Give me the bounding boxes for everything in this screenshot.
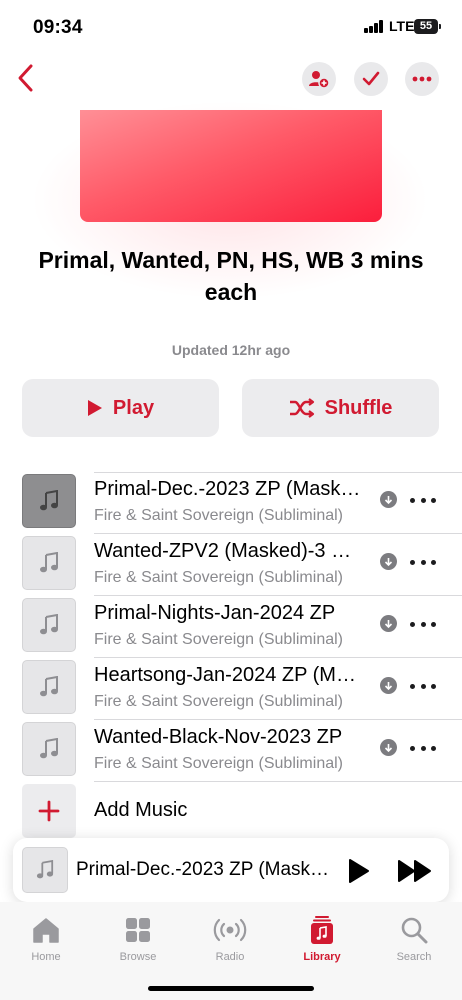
person-add-icon — [309, 71, 330, 89]
track-artwork — [22, 660, 76, 714]
play-icon[interactable] — [345, 858, 371, 884]
grid-icon — [126, 918, 150, 942]
music-note-icon — [40, 738, 58, 759]
fast-forward-icon[interactable] — [397, 858, 433, 884]
tab-label: Radio — [215, 951, 245, 963]
track-artwork — [22, 474, 76, 528]
track-title: Primal-Nights-Jan-2024 ZP — [94, 602, 336, 624]
play-button[interactable]: Play — [22, 379, 219, 437]
network-label: LTE — [389, 18, 415, 34]
add-music-label: Add Music — [94, 799, 188, 821]
house-icon — [33, 918, 59, 943]
checkmark-icon — [362, 71, 380, 86]
playlist-title: Primal, Wanted, PN, HS, WB 3 mins each — [38, 247, 424, 305]
track-row[interactable]: Primal-Dec.-2023 ZP (Masked) Fire & Sain… — [0, 472, 462, 534]
added-to-library-button[interactable] — [354, 62, 388, 96]
download-icon[interactable] — [380, 677, 397, 694]
track-more-button[interactable] — [410, 738, 436, 758]
download-icon[interactable] — [380, 615, 397, 632]
music-note-icon — [40, 552, 58, 573]
signal-icon — [364, 20, 384, 33]
radio-icon — [213, 918, 247, 942]
updated-label: Updated 12hr ago — [171, 342, 291, 358]
track-artist: Fire & Saint Sovereign (Subliminal) — [94, 507, 343, 524]
tab-label: Search — [396, 951, 432, 963]
search-icon — [401, 917, 428, 944]
add-collaborator-button[interactable] — [302, 62, 336, 96]
track-more-button[interactable] — [410, 490, 436, 510]
shuffle-label: Shuffle — [324, 396, 393, 419]
tab-label: Browse — [119, 951, 157, 963]
tab-search[interactable]: Search — [374, 914, 454, 963]
download-icon[interactable] — [380, 553, 397, 570]
chevron-left-icon — [18, 64, 33, 92]
more-options-button[interactable] — [405, 62, 439, 96]
music-note-icon — [36, 860, 54, 879]
library-icon — [311, 916, 333, 944]
mini-player-title: Primal-Dec.-2023 ZP (Masked) — [76, 859, 332, 880]
tab-browse[interactable]: Browse — [98, 914, 178, 963]
track-row[interactable]: Heartsong-Jan-2024 ZP (Masked) Fire & Sa… — [0, 658, 462, 720]
playlist-artwork — [80, 110, 382, 222]
ellipsis-icon — [412, 76, 432, 82]
track-artwork — [22, 598, 76, 652]
track-artist: Fire & Saint Sovereign (Subliminal) — [94, 755, 343, 772]
shuffle-icon — [289, 398, 314, 418]
track-title: Heartsong-Jan-2024 ZP (Masked) — [94, 664, 364, 686]
download-icon[interactable] — [380, 491, 397, 508]
add-music-row[interactable]: Add Music — [0, 782, 462, 844]
track-more-button[interactable] — [410, 552, 436, 572]
mini-player[interactable]: Primal-Dec.-2023 ZP (Masked) — [13, 838, 449, 902]
add-music-tile — [22, 784, 76, 838]
track-more-button[interactable] — [410, 676, 436, 696]
track-title: Wanted-Black-Nov-2023 ZP — [94, 726, 343, 748]
tab-radio[interactable]: Radio — [190, 914, 270, 963]
play-label: Play — [112, 396, 155, 419]
shuffle-button[interactable]: Shuffle — [242, 379, 439, 437]
tab-home[interactable]: Home — [6, 914, 86, 963]
track-artist: Fire & Saint Sovereign (Subliminal) — [94, 569, 343, 586]
tab-label: Library — [303, 951, 341, 963]
home-indicator — [148, 986, 314, 991]
play-icon — [87, 400, 102, 416]
music-note-icon — [40, 490, 58, 511]
track-more-button[interactable] — [410, 614, 436, 634]
music-note-icon — [40, 614, 58, 635]
status-time: 09:34 — [33, 17, 83, 38]
music-note-icon — [40, 676, 58, 697]
track-row[interactable]: Wanted-Black-Nov-2023 ZP Fire & Saint So… — [0, 720, 462, 782]
tab-library[interactable]: Library — [282, 914, 362, 963]
track-row[interactable]: Primal-Nights-Jan-2024 ZP Fire & Saint S… — [0, 596, 462, 658]
mini-player-artwork — [22, 847, 68, 893]
track-artist: Fire & Saint Sovereign (Subliminal) — [94, 631, 343, 648]
tab-label: Home — [31, 951, 61, 963]
track-row[interactable]: Wanted-ZPV2 (Masked)-3 mins Fire & Saint… — [0, 534, 462, 596]
track-artist: Fire & Saint Sovereign (Subliminal) — [94, 693, 343, 710]
plus-icon — [38, 800, 60, 822]
battery-cap — [439, 24, 441, 29]
back-button[interactable] — [6, 58, 46, 98]
battery-icon: 55 — [414, 19, 438, 34]
status-bar: 09:34 LTE 55 — [0, 0, 462, 54]
download-icon[interactable] — [380, 739, 397, 756]
track-title: Wanted-ZPV2 (Masked)-3 mins — [94, 540, 364, 562]
track-artwork — [22, 536, 76, 590]
track-artwork — [22, 722, 76, 776]
track-title: Primal-Dec.-2023 ZP (Masked) — [94, 478, 364, 500]
